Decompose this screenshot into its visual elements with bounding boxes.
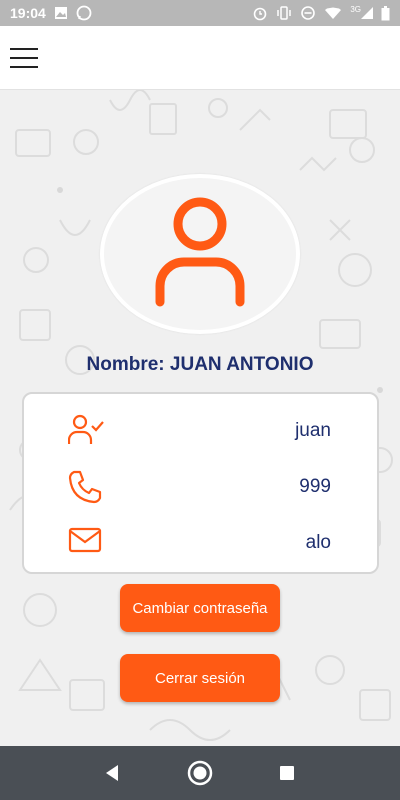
- profile-content: Nombre: JUAN ANTONIO juan 999 alo Cambia…: [0, 90, 400, 746]
- user-avatar-icon: [155, 197, 245, 307]
- change-password-button[interactable]: Cambiar contraseña: [120, 584, 280, 632]
- avatar: [100, 174, 300, 334]
- do-not-disturb-icon: [300, 5, 316, 21]
- phone-icon: [68, 470, 102, 509]
- info-row-email: alo: [24, 522, 377, 562]
- username-value: juan: [295, 420, 331, 441]
- image-icon: [54, 6, 68, 20]
- wifi-icon: [324, 6, 342, 20]
- user-check-icon: [67, 414, 104, 451]
- user-info-card: juan 999 alo: [22, 392, 379, 574]
- user-name-label: Nombre: JUAN ANTONIO: [86, 354, 314, 375]
- alarm-icon: [252, 5, 268, 21]
- status-time: 19:04: [10, 5, 46, 21]
- hamburger-menu-icon[interactable]: [10, 48, 38, 68]
- vibrate-icon: [276, 5, 292, 21]
- logout-button[interactable]: Cerrar sesión: [120, 654, 280, 702]
- status-bar: 19:04 3G: [0, 0, 400, 26]
- system-nav-bar: [0, 746, 400, 800]
- phone-value: 999: [299, 476, 331, 497]
- home-icon[interactable]: [180, 753, 220, 793]
- info-row-phone: 999: [24, 466, 377, 506]
- whatsapp-icon: [76, 5, 92, 21]
- network-type: 3G: [350, 5, 361, 14]
- app-bar: [0, 26, 400, 90]
- signal-icon: [361, 6, 373, 20]
- back-icon[interactable]: [93, 753, 133, 793]
- mail-icon: [68, 526, 102, 559]
- battery-icon: [381, 5, 390, 21]
- info-row-username: juan: [24, 410, 377, 450]
- recents-icon[interactable]: [267, 753, 307, 793]
- email-value: alo: [305, 532, 331, 553]
